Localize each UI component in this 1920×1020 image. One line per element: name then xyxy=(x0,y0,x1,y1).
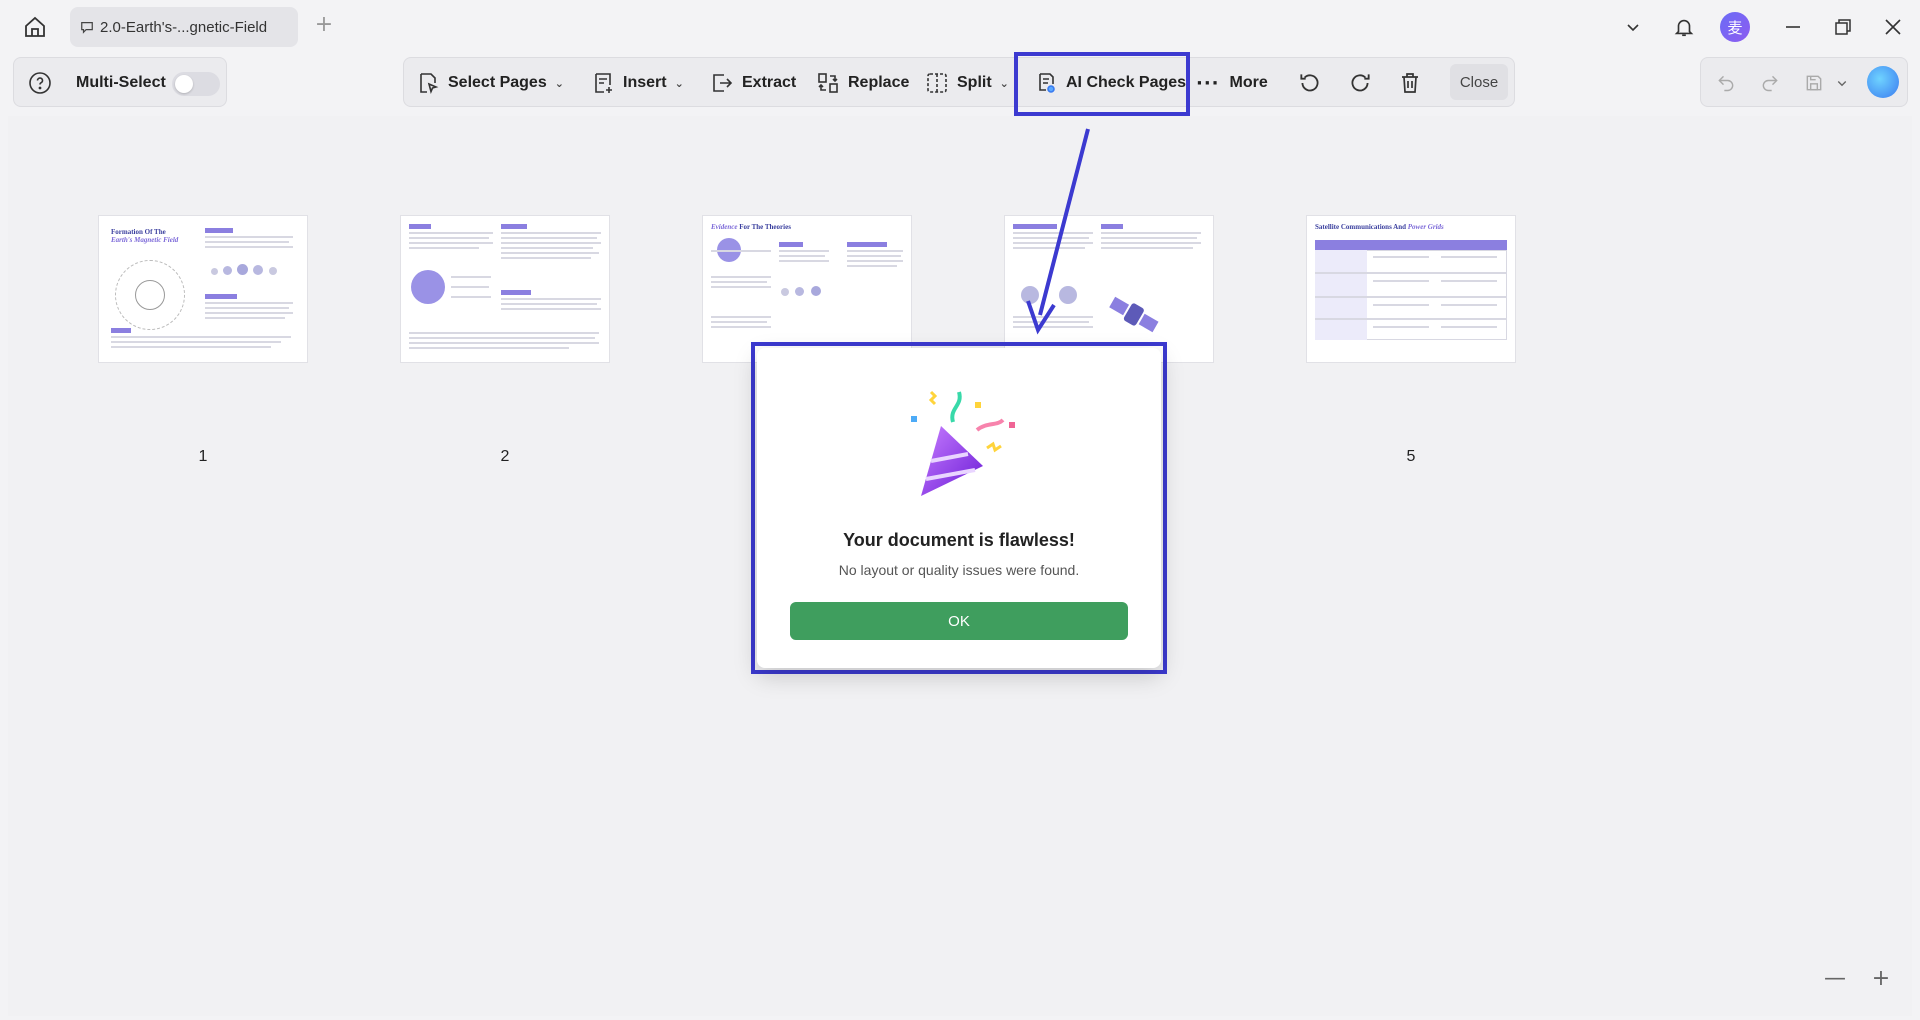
chevron-down-icon: ⌄ xyxy=(674,76,684,90)
replace-icon xyxy=(818,73,838,93)
document-tab[interactable]: 2.0-Earth's-...gnetic-Field xyxy=(70,7,298,47)
page-number-2: 2 xyxy=(500,448,510,465)
chevron-down-icon[interactable] xyxy=(1829,70,1855,96)
multi-select-label: Multi-Select xyxy=(76,74,166,91)
ok-button[interactable]: OK xyxy=(790,602,1128,640)
comment-icon xyxy=(81,22,93,34)
replace-button[interactable]: Replace xyxy=(816,58,909,108)
delete-icon[interactable] xyxy=(1398,58,1430,108)
page-thumbnail-2[interactable] xyxy=(401,216,609,362)
zoom-out-button[interactable]: — xyxy=(1823,968,1847,992)
help-icon[interactable] xyxy=(28,71,52,100)
dialog-title: Your document is flawless! xyxy=(843,530,1075,550)
select-pages-icon xyxy=(420,73,439,94)
more-button[interactable]: ··· More xyxy=(1196,58,1268,108)
undo-icon[interactable] xyxy=(1713,70,1739,96)
chevron-down-icon[interactable] xyxy=(1619,13,1647,41)
insert-icon xyxy=(595,73,612,93)
restore-icon[interactable] xyxy=(1829,13,1857,41)
multi-select-toggle[interactable] xyxy=(172,72,220,96)
page-number-1: 1 xyxy=(198,448,208,465)
history-toolbar xyxy=(1700,57,1908,107)
close-button[interactable]: Close xyxy=(1450,64,1508,100)
extract-button[interactable]: Extract xyxy=(710,58,796,108)
chevron-down-icon: ⌄ xyxy=(999,76,1009,90)
page-tools-toolbar: Select Pages ⌄ Insert ⌄ Extract Replace Sp… xyxy=(403,57,1515,107)
select-pages-button[interactable]: Select Pages ⌄ xyxy=(416,58,564,108)
home-icon[interactable] xyxy=(20,12,50,42)
zoom-in-button[interactable]: + xyxy=(1869,968,1893,992)
ai-check-result-dialog: Your document is flawless! No layout or … xyxy=(757,348,1161,668)
page-thumbnail-3[interactable]: Evidence For The Theories xyxy=(703,216,911,362)
rotate-right-icon[interactable] xyxy=(1347,58,1381,108)
party-popper-icon xyxy=(911,390,1015,496)
annotation-arrow xyxy=(1026,128,1090,335)
extract-icon xyxy=(713,74,733,92)
split-button[interactable]: Split ⌄ xyxy=(925,58,1009,108)
chevron-down-icon: ⌄ xyxy=(554,76,564,90)
minimize-icon[interactable] xyxy=(1779,13,1807,41)
user-avatar[interactable]: 麦 xyxy=(1720,12,1750,42)
page-thumbnail-5[interactable]: Satellite Communications And Power Grids xyxy=(1307,216,1515,362)
multi-select-group: Multi-Select xyxy=(13,57,227,107)
satellite-icon xyxy=(1102,285,1164,344)
ai-check-highlight xyxy=(1014,52,1190,116)
split-icon xyxy=(927,73,947,93)
tab-title: 2.0-Earth's-...gnetic-Field xyxy=(100,18,268,36)
page-thumbnail-1[interactable]: Formation Of The Earth's Magnetic Field xyxy=(99,216,307,362)
title-bar: 2.0-Earth's-...gnetic-Field + 麦 xyxy=(0,0,1920,52)
bell-icon[interactable] xyxy=(1670,13,1698,41)
save-icon[interactable] xyxy=(1801,70,1827,96)
new-tab-button[interactable]: + xyxy=(312,14,336,38)
ai-assistant-icon[interactable] xyxy=(1867,66,1899,98)
insert-button[interactable]: Insert ⌄ xyxy=(591,58,684,108)
rotate-left-icon[interactable] xyxy=(1297,58,1331,108)
close-window-icon[interactable] xyxy=(1879,13,1907,41)
more-dots-icon: ··· xyxy=(1196,72,1220,94)
redo-icon[interactable] xyxy=(1757,70,1783,96)
dialog-message: No layout or quality issues were found. xyxy=(838,562,1080,578)
page-number-5: 5 xyxy=(1406,448,1416,465)
